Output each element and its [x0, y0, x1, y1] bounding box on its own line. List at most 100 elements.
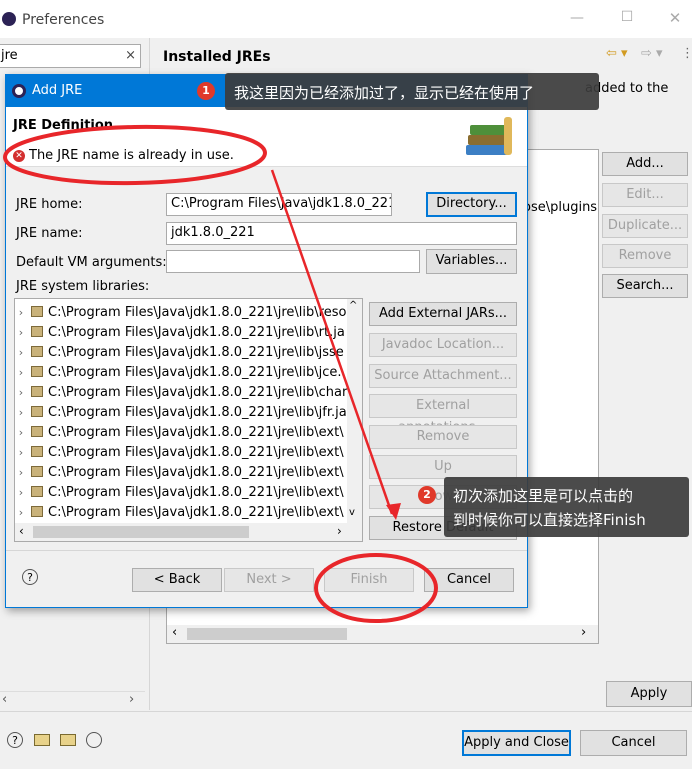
scroll-right-icon[interactable]: ›	[581, 625, 586, 640]
library-tree-row[interactable]: › C:\Program Files\Java\jdk1.8.0_221\jre\…	[15, 363, 342, 383]
clear-filter-icon[interactable]: ×	[125, 45, 136, 67]
scroll-right-icon[interactable]: ›	[337, 524, 342, 538]
library-tree-row[interactable]: › C:\Program Files\Java\jdk1.8.0_221\jre\…	[15, 443, 344, 463]
library-tree-row[interactable]: › C:\Program Files\Java\jdk1.8.0_221\jre\…	[15, 343, 344, 363]
scroll-down-icon[interactable]: v	[349, 507, 355, 518]
library-tree-row[interactable]: › C:\Program Files\Java\jdk1.8.0_221\jre\…	[15, 303, 347, 323]
scroll-left-icon[interactable]: ‹	[19, 524, 24, 538]
expand-chevron-icon[interactable]: ›	[15, 423, 27, 443]
dialog-help-icon[interactable]: ?	[22, 569, 38, 585]
up-button[interactable]: Up	[369, 455, 517, 479]
tree-vscrollbar[interactable]: ^ v	[347, 299, 362, 523]
apply-and-close-button[interactable]: Apply and Close	[462, 730, 571, 756]
jar-icon	[31, 486, 43, 497]
expand-chevron-icon[interactable]: ›	[15, 343, 27, 363]
scroll-right-icon[interactable]: ›	[129, 692, 134, 707]
error-message: The JRE name is already in use.	[29, 148, 234, 163]
import-icon[interactable]	[34, 734, 50, 746]
help-icon[interactable]: ?	[7, 732, 23, 748]
filter-value: jre	[1, 48, 18, 63]
annotation-2-line2: 到时候你可以直接选择Finish	[453, 511, 646, 529]
scroll-up-icon[interactable]: ^	[349, 300, 357, 311]
remove-jre-button[interactable]: Remove	[602, 244, 688, 268]
library-path: C:\Program Files\Java\jdk1.8.0_221\jre\l…	[48, 425, 344, 440]
library-tree-row[interactable]: › C:\Program Files\Java\jdk1.8.0_221\jre\…	[15, 503, 344, 523]
directory-button[interactable]: Directory...	[426, 192, 517, 217]
preferences-cancel-button[interactable]: Cancel	[580, 730, 687, 756]
javadoc-location-button[interactable]: Javadoc Location...	[369, 333, 517, 357]
page-title: Installed JREs	[163, 49, 271, 65]
section-title: JRE Definition	[13, 118, 114, 133]
jre-name-label: JRE name:	[16, 226, 83, 241]
jar-icon	[31, 366, 43, 377]
table-hscrollbar[interactable]: ‹ ›	[167, 625, 598, 643]
apply-button[interactable]: Apply	[606, 681, 692, 707]
back-button[interactable]: < Back	[132, 568, 222, 592]
annotation-1-text: 我这里因为已经添加过了，显示已经在使用了	[234, 84, 535, 102]
duplicate-jre-button[interactable]: Duplicate...	[602, 214, 688, 238]
jar-icon	[31, 326, 43, 337]
expand-chevron-icon[interactable]: ›	[15, 323, 27, 343]
library-tree-row[interactable]: › C:\Program Files\Java\jdk1.8.0_221\jre\…	[15, 383, 348, 403]
libraries-tree[interactable]: › C:\Program Files\Java\jdk1.8.0_221\jre\…	[14, 298, 363, 542]
library-tree-row[interactable]: › C:\Program Files\Java\jdk1.8.0_221\jre\…	[15, 483, 344, 503]
menu-icon[interactable]: ⋮	[681, 46, 692, 61]
library-tree-row[interactable]: › C:\Program Files\Java\jdk1.8.0_221\jre\…	[15, 323, 345, 343]
tree-hscrollbar[interactable]: ‹ ›	[15, 523, 362, 541]
close-icon[interactable]: ✕	[660, 9, 690, 27]
library-books-icon	[464, 115, 516, 159]
jre-name-input[interactable]: jdk1.8.0_221	[166, 222, 517, 245]
left-hscrollbar[interactable]: ‹ ›	[0, 691, 145, 708]
library-tree-row[interactable]: › C:\Program Files\Java\jdk1.8.0_221\jre\…	[15, 403, 347, 423]
scroll-thumb[interactable]	[187, 628, 347, 640]
maximize-icon[interactable]: ☐	[612, 9, 642, 25]
scroll-left-icon[interactable]: ‹	[172, 625, 177, 640]
library-path: C:\Program Files\Java\jdk1.8.0_221\jre\l…	[48, 325, 345, 340]
tree-scroll-thumb[interactable]	[33, 526, 249, 538]
expand-chevron-icon[interactable]: ›	[15, 303, 27, 323]
expand-chevron-icon[interactable]: ›	[15, 383, 27, 403]
variables-button[interactable]: Variables...	[426, 249, 517, 274]
annotation-2-line1: 初次添加这里是可以点击的	[453, 487, 634, 505]
library-tree-row[interactable]: › C:\Program Files\Java\jdk1.8.0_221\jre\…	[15, 423, 344, 443]
back-nav-icon[interactable]: ⇦ ▾	[606, 46, 628, 61]
filter-input[interactable]: jre ×	[0, 44, 141, 68]
next-button[interactable]: Next >	[224, 568, 314, 592]
jre-home-input[interactable]: C:\Program Files\Java\jdk1.8.0_221	[166, 193, 392, 216]
minimize-icon[interactable]: —	[562, 10, 592, 26]
add-jre-button[interactable]: Add...	[602, 152, 688, 176]
eclipse-icon	[2, 12, 16, 26]
export-icon[interactable]	[60, 734, 76, 746]
search-jre-button[interactable]: Search...	[602, 274, 688, 298]
scroll-left-icon[interactable]: ‹	[2, 692, 7, 707]
library-path: C:\Program Files\Java\jdk1.8.0_221\jre\l…	[48, 385, 348, 400]
dialog-cancel-button[interactable]: Cancel	[424, 568, 514, 592]
finish-button[interactable]: Finish	[324, 568, 414, 592]
expand-chevron-icon[interactable]: ›	[15, 403, 27, 423]
vm-args-input[interactable]	[166, 250, 420, 273]
library-tree-row[interactable]: › C:\Program Files\Java\jdk1.8.0_221\jre\…	[15, 463, 344, 483]
annotation-tooltip-1: 我这里因为已经添加过了，显示已经在使用了	[225, 73, 599, 110]
dialog-header: JRE Definition ✕ The JRE name is already…	[6, 107, 527, 167]
jar-icon	[31, 306, 43, 317]
jar-icon	[31, 346, 43, 357]
remove-library-button[interactable]: Remove	[369, 425, 517, 449]
libraries-label: JRE system libraries:	[16, 279, 150, 294]
library-path: C:\Program Files\Java\jdk1.8.0_221\jre\l…	[48, 305, 347, 320]
window-title: Preferences	[22, 12, 105, 28]
external-annotations-button[interactable]: External annotations...	[369, 394, 517, 435]
expand-chevron-icon[interactable]: ›	[15, 363, 27, 383]
add-external-jars-button[interactable]: Add External JARs...	[369, 302, 517, 326]
expand-chevron-icon[interactable]: ›	[15, 443, 27, 463]
forward-nav-icon[interactable]: ⇨ ▾	[641, 46, 663, 61]
edit-jre-button[interactable]: Edit...	[602, 183, 688, 207]
annotation-badge-2: 2	[418, 486, 436, 504]
library-path: C:\Program Files\Java\jdk1.8.0_221\jre\l…	[48, 465, 344, 480]
expand-chevron-icon[interactable]: ›	[15, 483, 27, 503]
record-icon[interactable]	[86, 732, 102, 748]
expand-chevron-icon[interactable]: ›	[15, 463, 27, 483]
library-path: C:\Program Files\Java\jdk1.8.0_221\jre\l…	[48, 365, 342, 380]
expand-chevron-icon[interactable]: ›	[15, 503, 27, 523]
source-attachment-button[interactable]: Source Attachment...	[369, 364, 517, 388]
jar-icon	[31, 426, 43, 437]
